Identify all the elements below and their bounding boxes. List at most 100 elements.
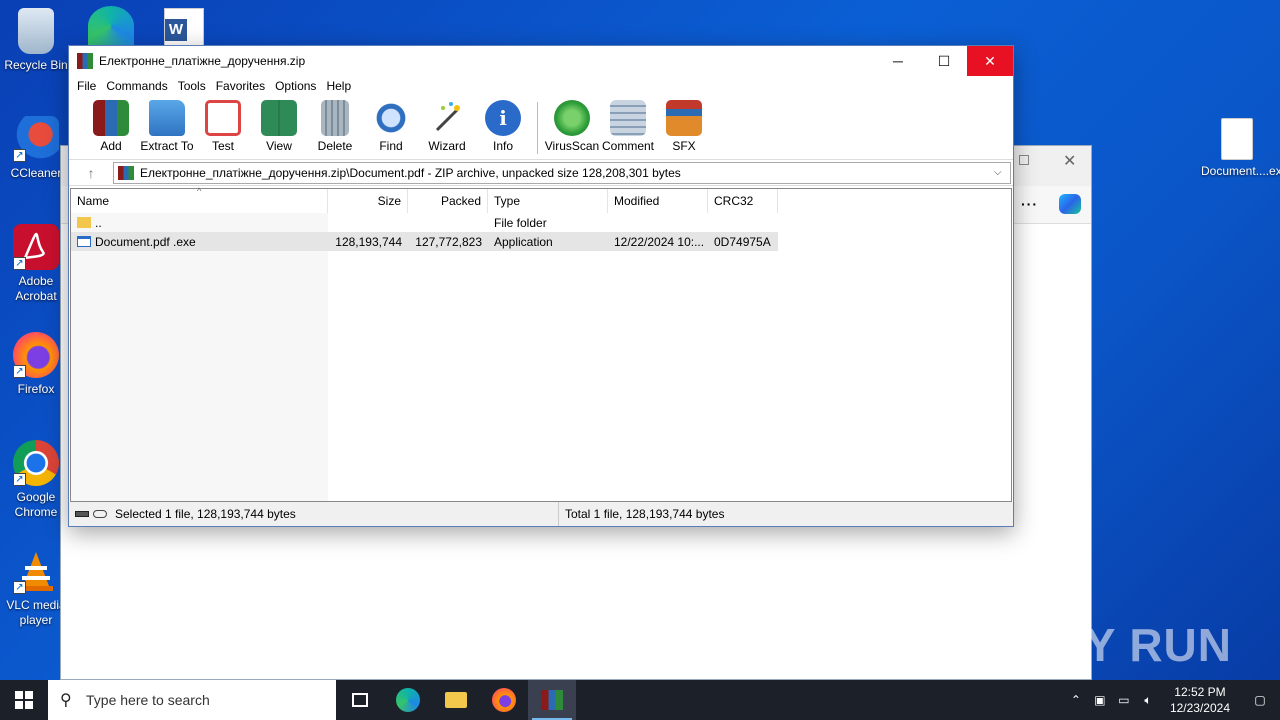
menu-favorites[interactable]: Favorites <box>214 79 273 93</box>
extract-folder-icon <box>149 100 185 136</box>
word-desktop-icon[interactable]: W <box>164 8 204 46</box>
row-crc: 0D74975A <box>714 234 771 249</box>
status-left: Selected 1 file, 128,193,744 bytes <box>69 502 559 526</box>
adobe-acrobat-icon: ↗ <box>13 224 59 270</box>
taskbar-firefox[interactable] <box>480 680 528 720</box>
menu-commands[interactable]: Commands <box>104 79 175 93</box>
header-packed[interactable]: Packed <box>408 189 488 213</box>
menu-bar: File Commands Tools Favorites Options He… <box>69 76 1013 96</box>
header-type[interactable]: Type <box>488 189 608 213</box>
taskbar-edge[interactable] <box>384 680 432 720</box>
firefox-icon <box>492 688 516 712</box>
find-button[interactable]: Find <box>363 96 419 153</box>
shortcut-arrow-icon: ↗ <box>13 149 26 162</box>
key-icon <box>93 510 107 518</box>
comment-icon <box>610 100 646 136</box>
taskbar-file-explorer[interactable] <box>432 680 480 720</box>
clock[interactable]: 12:52 PM 12/23/2024 <box>1160 684 1240 716</box>
menu-tools[interactable]: Tools <box>176 79 214 93</box>
toolbar-separator <box>537 102 538 154</box>
shortcut-arrow-icon: ↗ <box>13 581 26 594</box>
bg-more-icon[interactable]: ··· <box>1021 196 1038 212</box>
exe-icon <box>77 235 91 247</box>
add-label: Add <box>100 139 122 153</box>
drive-icon <box>75 511 89 517</box>
window-titlebar[interactable]: Електронне_платіжне_доручення.zip ─ ☐ ✕ <box>69 46 1013 76</box>
anyrun-watermark: ANY RUN <box>1016 619 1232 671</box>
desktop-icon-label: Firefox <box>17 382 55 396</box>
up-arrow-icon[interactable]: ↑ <box>69 165 113 181</box>
copilot-icon[interactable] <box>1059 194 1081 214</box>
test-label: Test <box>211 139 234 153</box>
search-placeholder: Type here to search <box>86 692 210 708</box>
menu-help[interactable]: Help <box>324 79 359 93</box>
find-magnifier-icon <box>373 100 409 136</box>
add-button[interactable]: Add <box>83 96 139 153</box>
taskbar-winrar[interactable] <box>528 680 576 720</box>
bg-close-icon[interactable]: ✕ <box>1063 151 1076 171</box>
search-icon: ⚲ <box>60 692 72 709</box>
display-icon[interactable]: ▭ <box>1112 693 1136 707</box>
path-text: Електронне_платіжне_доручення.zip\Docume… <box>140 165 681 180</box>
status-bar: Selected 1 file, 128,193,744 bytes Total… <box>69 502 1013 526</box>
sfx-button[interactable]: SFX <box>656 96 712 153</box>
desktop-icon-label: Google Chrome <box>14 490 58 519</box>
wizard-button[interactable]: Wizard <box>419 96 475 153</box>
header-modified[interactable]: Modified <box>608 189 708 213</box>
desktop-icon-document-exe[interactable]: Document....exe <box>1201 118 1280 179</box>
virusscan-button[interactable]: VirusScan <box>544 96 600 153</box>
path-field[interactable]: Електронне_платіжне_доручення.zip\Docume… <box>113 161 1011 184</box>
find-label: Find <box>379 139 403 153</box>
vlc-icon: ↗ <box>13 548 59 594</box>
file-list[interactable]: Name Size Packed Type Modified CRC32 ^ .… <box>70 186 1012 502</box>
winrar-icon <box>541 690 563 710</box>
info-label: Info <box>492 139 513 153</box>
menu-options[interactable]: Options <box>273 79 324 93</box>
bg-maximize-icon[interactable] <box>1019 155 1029 165</box>
start-button[interactable] <box>0 680 48 720</box>
search-box[interactable]: ⚲ Type here to search <box>48 680 336 720</box>
desktop-icon-recycle-bin[interactable]: Recycle Bin <box>0 8 72 73</box>
volume-icon[interactable]: 🔈︎ <box>1136 693 1160 708</box>
test-button[interactable]: Test <box>195 96 251 153</box>
chevron-up-icon[interactable]: ⌃ <box>1064 693 1088 707</box>
winrar-window[interactable]: Електронне_платіжне_доручення.zip ─ ☐ ✕ … <box>68 45 1014 527</box>
virusscan-bug-icon <box>554 100 590 136</box>
sfx-box-icon <box>666 100 702 136</box>
edge-icon <box>396 688 420 712</box>
row-name-cell: Document.pdf .exe <box>71 235 328 249</box>
close-button[interactable]: ✕ <box>967 46 1013 76</box>
table-row-document-exe[interactable]: Document.pdf .exe 128,193,744 127,772,82… <box>71 232 778 251</box>
status-selected-text: Selected 1 file, 128,193,744 bytes <box>115 507 296 521</box>
row-name: .. <box>95 215 102 230</box>
row-modified: 12/22/2024 10:... <box>614 234 705 249</box>
extract-to-label: Extract To <box>140 139 194 153</box>
extract-to-button[interactable]: Extract To <box>139 96 195 153</box>
table-row-parent-folder[interactable]: .. File folder <box>71 213 1011 232</box>
header-crc32[interactable]: CRC32 <box>708 189 778 213</box>
row-type: Application <box>494 234 553 249</box>
view-button[interactable]: View <box>251 96 307 153</box>
menu-file[interactable]: File <box>75 79 104 93</box>
desktop: { "desktop": { "icons": [ {"label": "Rec… <box>0 0 1280 720</box>
minimize-button[interactable]: ─ <box>875 46 921 76</box>
chevron-down-icon[interactable]: ⌵ <box>994 167 1010 178</box>
view-label: View <box>266 139 292 153</box>
delete-button[interactable]: Delete <box>307 96 363 153</box>
comment-button[interactable]: Comment <box>600 96 656 153</box>
maximize-button[interactable]: ☐ <box>921 46 967 76</box>
info-button[interactable]: i Info <box>475 96 531 153</box>
row-size: 128,193,744 <box>335 234 402 249</box>
taskbar: ⚲ Type here to search ⌃ ▣ ▭ 🔈︎ 12:52 PM … <box>0 680 1280 720</box>
header-size[interactable]: Size <box>328 189 408 213</box>
view-book-icon <box>261 100 297 136</box>
edge-desktop-icon[interactable] <box>88 6 134 46</box>
info-icon: i <box>485 100 521 136</box>
clock-time: 12:52 PM <box>1174 685 1226 699</box>
notification-icon[interactable]: ▢ <box>1240 693 1280 707</box>
sort-caret-icon: ^ <box>197 186 202 196</box>
windows-logo-icon <box>15 691 33 709</box>
task-view-button[interactable] <box>336 680 384 720</box>
delete-trash-icon <box>321 100 349 136</box>
network-icon[interactable]: ▣ <box>1088 693 1112 707</box>
